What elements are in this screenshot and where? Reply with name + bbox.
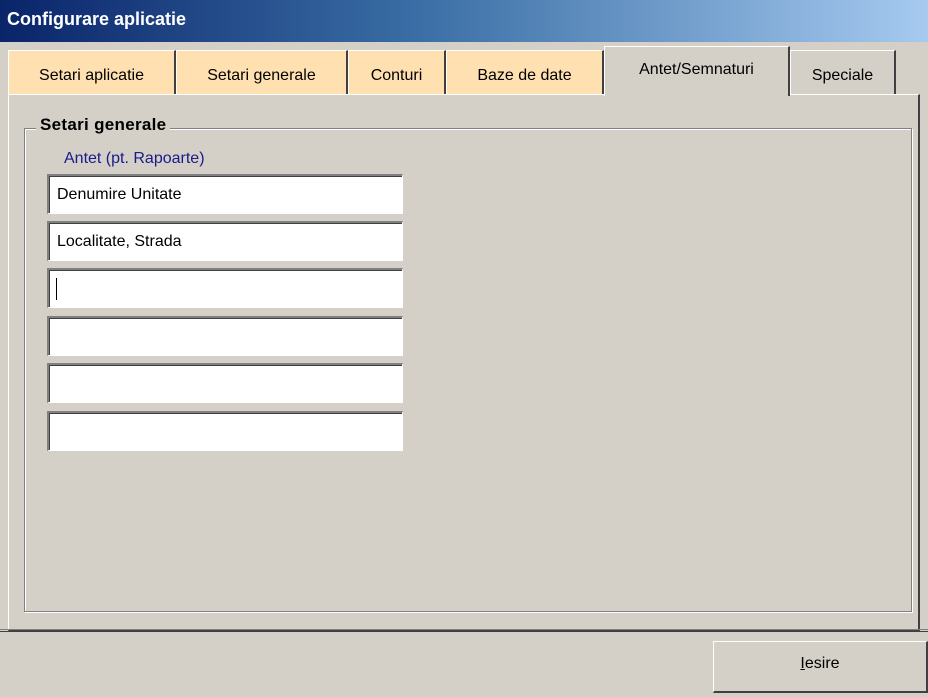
tab-strip: Setari aplicatie Setari generale Conturi… [0,46,928,96]
tab-setari-generale[interactable]: Setari generale [176,50,348,94]
groupbox-title: Setari generale [36,115,171,135]
window-title-bar[interactable]: Configurare aplicatie [0,0,928,42]
footer-separator-shadow [0,631,928,632]
antet-line-1-input[interactable] [47,174,403,214]
antet-label: Antet (pt. Rapoarte) [64,150,205,167]
antet-line-5-input[interactable] [47,363,403,403]
exit-button[interactable]: Iesire [713,641,928,693]
antet-line-4-input[interactable] [47,316,403,356]
exit-button-label: esire [804,655,840,672]
tab-antet-semnaturi[interactable]: Antet/Semnaturi [604,46,790,96]
tab-setari-aplicatie[interactable]: Setari aplicatie [8,50,176,94]
footer-separator [0,629,928,630]
antet-line-6-input[interactable] [47,411,403,451]
window-title: Configurare aplicatie [7,9,187,29]
antet-line-2-input[interactable] [47,221,403,261]
antet-line-3-input[interactable] [47,268,403,308]
tab-speciale[interactable]: Speciale [790,50,896,94]
tab-baze-de-date[interactable]: Baze de date [446,50,604,94]
tab-conturi[interactable]: Conturi [348,50,446,94]
text-caret [56,278,57,300]
